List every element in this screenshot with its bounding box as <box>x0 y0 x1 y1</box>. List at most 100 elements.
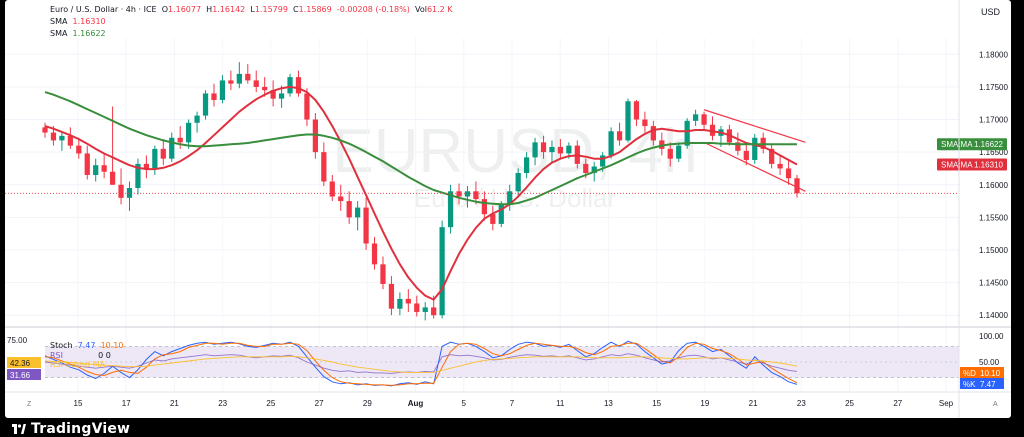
time-tick-label: 7 <box>510 399 515 408</box>
candle-body <box>456 191 462 197</box>
candle-body <box>557 146 564 154</box>
price-tag-name: SMA:MA <box>941 140 973 149</box>
time-tick-label: 5 <box>462 399 467 408</box>
candle-body <box>59 135 65 141</box>
time-tick-label: 15 <box>652 399 661 408</box>
price-tick-label: 1.17000 <box>979 116 1008 125</box>
currency-label[interactable]: USD <box>981 7 1001 17</box>
candle-body <box>422 307 428 312</box>
candle-body <box>380 264 386 284</box>
candle-body <box>321 152 327 182</box>
candle-body <box>794 178 800 194</box>
rsi-ma-legend[interactable]: RSI-based MA <box>50 360 105 369</box>
candle-body <box>262 86 268 91</box>
candle-body <box>236 73 242 84</box>
time-tick-label: 29 <box>363 399 372 408</box>
price-tag-value: 1.16310 <box>974 161 1003 170</box>
osc-tick-100: 100.00 <box>979 332 1004 341</box>
rsi-ma-value: 42.36 <box>10 359 31 368</box>
candle-body <box>211 93 217 100</box>
price-axis: 1.180001.175001.170001.165001.160001.155… <box>979 50 1008 320</box>
time-tick-label: 25 <box>266 399 275 408</box>
sma-fast-legend[interactable]: SMA 1.16310 <box>50 17 106 26</box>
candle-body <box>481 199 487 215</box>
rsi-label: RSI <box>50 351 63 360</box>
candle-body <box>608 131 614 156</box>
candle-body <box>278 93 285 99</box>
osc-k-value: 7.47 <box>980 380 996 389</box>
candle-body <box>464 191 471 197</box>
timezone-icon: Z <box>27 401 32 408</box>
close-value: 1.15869 <box>298 5 332 14</box>
time-tick-label: 13 <box>604 399 613 408</box>
candle-body <box>523 157 530 174</box>
candle-body <box>650 126 656 141</box>
osc-d-value: 10.10 <box>980 369 1001 378</box>
candle-body <box>228 80 234 84</box>
volume-label: Vol <box>414 5 427 14</box>
candle-body <box>42 127 48 133</box>
time-axis: 15 17 21 23 25 27 29 Aug 5 7 11 13 15 19 21 23 25 27 Sep Z A <box>27 399 998 408</box>
candle-body <box>684 120 690 146</box>
rsi-ma-label: RSI-based MA <box>50 360 105 369</box>
candle-body <box>414 303 420 312</box>
sma-slow-value: 1.16622 <box>72 29 106 38</box>
stoch-label: Stoch <box>50 341 73 350</box>
candle-body <box>616 131 623 141</box>
candle-body <box>152 148 158 169</box>
time-tick-label: 11 <box>556 399 565 408</box>
osc-d-tag: %D <box>963 369 976 378</box>
price-tick-label: 1.18000 <box>979 50 1008 59</box>
candle-body <box>169 137 175 159</box>
candle-body <box>642 119 648 127</box>
price-tick-label: 1.17500 <box>979 83 1008 92</box>
sma-fast-label: SMA <box>50 17 68 26</box>
high-value: 1.16142 <box>212 5 246 14</box>
footer-bar <box>0 418 1024 435</box>
candle-body <box>101 165 107 172</box>
candle-body <box>625 101 631 141</box>
candle-body <box>202 93 209 116</box>
candle-body <box>329 181 335 197</box>
time-tick-label: 23 <box>797 399 806 408</box>
rsi-value: 31.66 <box>10 371 31 380</box>
sma-slow-legend[interactable]: SMA 1.16622 <box>50 29 106 38</box>
stoch-legend[interactable]: Stoch 7.47 10.10 <box>50 341 123 350</box>
candle-body <box>219 80 226 100</box>
chart-canvas[interactable]: EURUSD, 4h Euro / U.S. Dollar 100.0050.0… <box>5 0 1011 418</box>
candle-body <box>363 207 369 244</box>
time-tick-label: 17 <box>122 399 131 408</box>
time-tick-label: 15 <box>74 399 83 408</box>
price-tick-label: 1.14000 <box>979 311 1008 320</box>
candle-body <box>295 77 302 94</box>
candle-body <box>388 283 395 309</box>
auto-scale-icon: A <box>993 401 998 408</box>
time-tick-label: Sep <box>939 399 954 408</box>
candle-body <box>532 142 538 158</box>
candle-body <box>109 171 116 185</box>
candle-body <box>67 135 73 146</box>
candle-body <box>701 114 707 125</box>
symbol-line[interactable]: Euro / U.S. Dollar · 4h · ICE <box>50 5 157 14</box>
osc-k-tag: %K <box>963 380 976 389</box>
rsi-zero-marks: 0 0 <box>98 351 111 360</box>
candle-body <box>785 168 792 179</box>
candle-body <box>304 93 310 120</box>
price-tick-label: 1.15000 <box>979 246 1008 255</box>
candle-body <box>431 307 437 316</box>
time-tick-label: 25 <box>845 399 854 408</box>
time-tick-label: 23 <box>218 399 227 408</box>
candle-body <box>371 243 378 265</box>
candle-body <box>473 191 479 200</box>
candle-body <box>397 298 403 309</box>
price-tag-value: 1.16622 <box>974 140 1003 149</box>
candle-body <box>160 148 166 159</box>
candle-body <box>439 227 445 316</box>
price-tag-name: SMA:MA <box>941 161 973 170</box>
candle-body <box>515 173 521 192</box>
time-tick-label: 21 <box>170 399 179 408</box>
candle-body <box>777 163 783 169</box>
rsi-legend[interactable]: RSI 0 0 <box>50 351 111 360</box>
candle-body <box>50 132 57 141</box>
candle-body <box>743 150 749 160</box>
